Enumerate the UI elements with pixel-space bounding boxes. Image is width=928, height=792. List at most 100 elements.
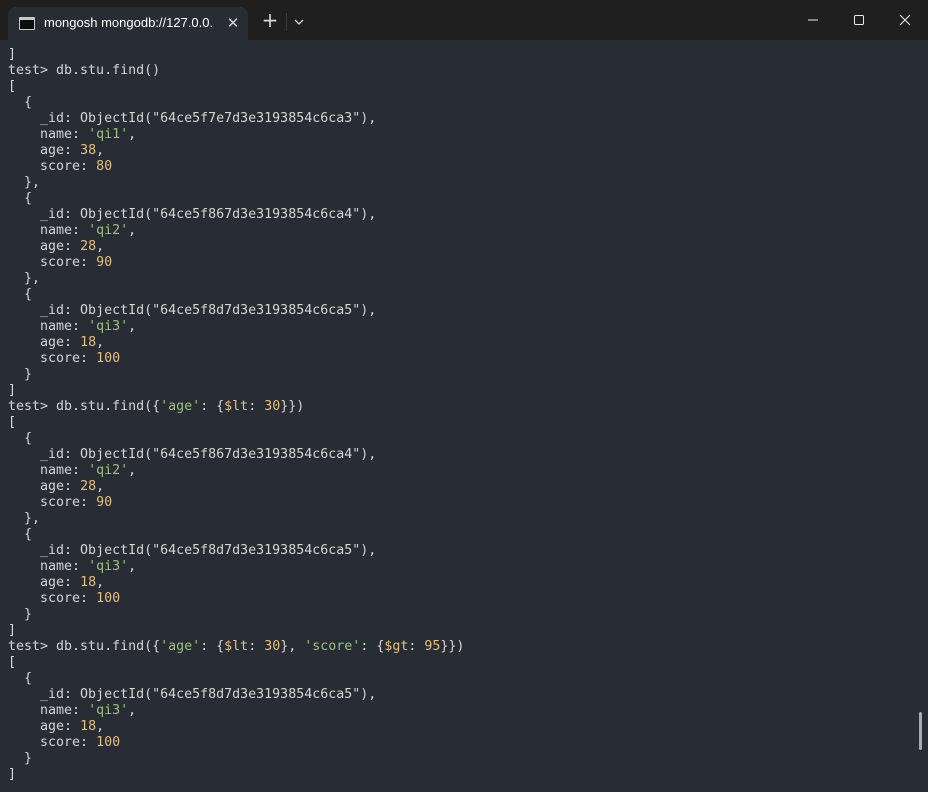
terminal-text: ,	[96, 143, 105, 158]
terminal-text: _id: ObjectId("64ce5f7e7d3e3193854c6ca3"…	[8, 111, 377, 126]
terminal-text: 30	[264, 399, 281, 414]
chevron-down-icon[interactable]	[290, 12, 308, 32]
terminal-text: score:	[8, 735, 97, 750]
terminal-text: },	[8, 175, 41, 190]
tab-separator	[286, 13, 287, 31]
terminal-text: 18	[80, 335, 97, 350]
tab-title: mongosh mongodb://127.0.0.	[44, 15, 214, 30]
terminal-text: },	[8, 511, 41, 526]
terminal-line: test> db.stu.find({'age': {$lt: 30}, 'sc…	[8, 639, 464, 655]
minimize-button[interactable]	[790, 0, 836, 40]
terminal-line: age: 38,	[8, 143, 104, 159]
terminal-text: {	[8, 287, 33, 302]
terminal-line: age: 18,	[8, 719, 104, 735]
terminal-text: ,	[96, 335, 105, 350]
terminal-text: ]	[8, 47, 17, 62]
terminal-text: _id: ObjectId("64ce5f867d3e3193854c6ca4"…	[8, 447, 377, 462]
terminal-line: [	[8, 415, 16, 431]
terminal-line: {	[8, 671, 32, 687]
terminal-line: {	[8, 95, 32, 111]
terminal-text: 'age'	[160, 639, 201, 654]
terminal-line: }	[8, 751, 32, 767]
terminal-text: 'qi2'	[88, 223, 129, 238]
new-tab-button[interactable]: +	[258, 9, 282, 33]
terminal-text: test> db.stu.find({	[8, 399, 161, 414]
terminal-line: {	[8, 431, 32, 447]
terminal-line: _id: ObjectId("64ce5f8d7d3e3193854c6ca5"…	[8, 543, 376, 559]
terminal-text: 90	[96, 495, 113, 510]
terminal-line: _id: ObjectId("64ce5f7e7d3e3193854c6ca3"…	[8, 111, 376, 127]
terminal-text: name:	[8, 223, 89, 238]
maximize-button[interactable]	[836, 0, 882, 40]
terminal-output[interactable]: ] test> db.stu.find()[ { _id: ObjectId("6…	[0, 40, 916, 792]
terminal-text: name:	[8, 559, 89, 574]
terminal-text: age:	[8, 239, 81, 254]
terminal-text: {	[8, 671, 33, 686]
terminal-text: ,	[128, 127, 137, 142]
terminal-text: age:	[8, 719, 81, 734]
terminal-text: ,	[128, 319, 137, 334]
terminal-text: score:	[8, 351, 97, 366]
terminal-text: {	[8, 527, 33, 542]
title-bar[interactable]: mongosh mongodb://127.0.0. ✕ +	[0, 0, 928, 40]
close-tab-icon[interactable]: ✕	[222, 12, 244, 34]
terminal-text: name:	[8, 703, 89, 718]
terminal-line: score: 90	[8, 255, 112, 271]
terminal-text: 18	[80, 719, 97, 734]
terminal-line: },	[8, 175, 40, 191]
terminal-text: 100	[96, 351, 121, 366]
terminal-text: }	[8, 367, 33, 382]
terminal-text: ]	[8, 767, 17, 782]
terminal-text: 38	[80, 143, 97, 158]
maximize-icon	[854, 15, 864, 25]
terminal-text: ]	[8, 623, 17, 638]
terminal-text: 'age'	[160, 399, 201, 414]
terminal-text: 'qi2'	[88, 463, 129, 478]
terminal-text: 80	[96, 159, 113, 174]
terminal-line: ]	[8, 383, 16, 399]
terminal-text: ,	[96, 719, 105, 734]
terminal-text: ,	[96, 575, 105, 590]
terminal-line: test> db.stu.find({'age': {$lt: 30}})	[8, 399, 304, 415]
terminal-text: _id: ObjectId("64ce5f867d3e3193854c6ca4"…	[8, 207, 377, 222]
terminal-line: score: 100	[8, 351, 120, 367]
terminal-window: mongosh mongodb://127.0.0. ✕ + ] test> d…	[0, 0, 928, 792]
terminal-text: 18	[80, 575, 97, 590]
terminal-line: }	[8, 607, 32, 623]
terminal-text: 30	[264, 639, 281, 654]
terminal-text: 90	[96, 255, 113, 270]
terminal-line: name: 'qi3',	[8, 319, 136, 335]
terminal-text: test> db.stu.find({	[8, 639, 161, 654]
tab-mongosh[interactable]: mongosh mongodb://127.0.0. ✕	[8, 7, 248, 40]
terminal-text: test> db.stu.find()	[8, 63, 161, 78]
terminal-text: _id: ObjectId("64ce5f8d7d3e3193854c6ca5"…	[8, 687, 377, 702]
terminal-text: 'qi3'	[88, 559, 129, 574]
close-window-button[interactable]	[882, 0, 928, 40]
terminal-text: age:	[8, 479, 81, 494]
scrollbar-thumb[interactable]	[919, 712, 922, 750]
terminal-text: age:	[8, 575, 81, 590]
terminal-text: },	[280, 639, 305, 654]
terminal-text: 28	[80, 479, 97, 494]
terminal-text: 100	[96, 735, 121, 750]
terminal-line: name: 'qi3',	[8, 559, 136, 575]
terminal-text: }})	[280, 399, 305, 414]
terminal-text: :	[248, 399, 265, 414]
terminal-text: 100	[96, 591, 121, 606]
terminal-text: 'qi3'	[88, 319, 129, 334]
terminal-text: {	[8, 95, 33, 110]
terminal-text: 95	[424, 639, 441, 654]
terminal-text: 28	[80, 239, 97, 254]
terminal-text: ]	[8, 383, 17, 398]
terminal-text: $gt	[384, 639, 409, 654]
terminal-line: score: 100	[8, 735, 120, 751]
terminal-text: 'qi1'	[88, 127, 129, 142]
terminal-line: test> db.stu.find()	[8, 63, 160, 79]
terminal-text: }	[8, 607, 33, 622]
terminal-text: [	[8, 655, 17, 670]
terminal-text: },	[8, 271, 41, 286]
terminal-text: age:	[8, 335, 81, 350]
terminal-line: ]	[8, 623, 16, 639]
terminal-line: score: 80	[8, 159, 112, 175]
terminal-line: name: 'qi3',	[8, 703, 136, 719]
